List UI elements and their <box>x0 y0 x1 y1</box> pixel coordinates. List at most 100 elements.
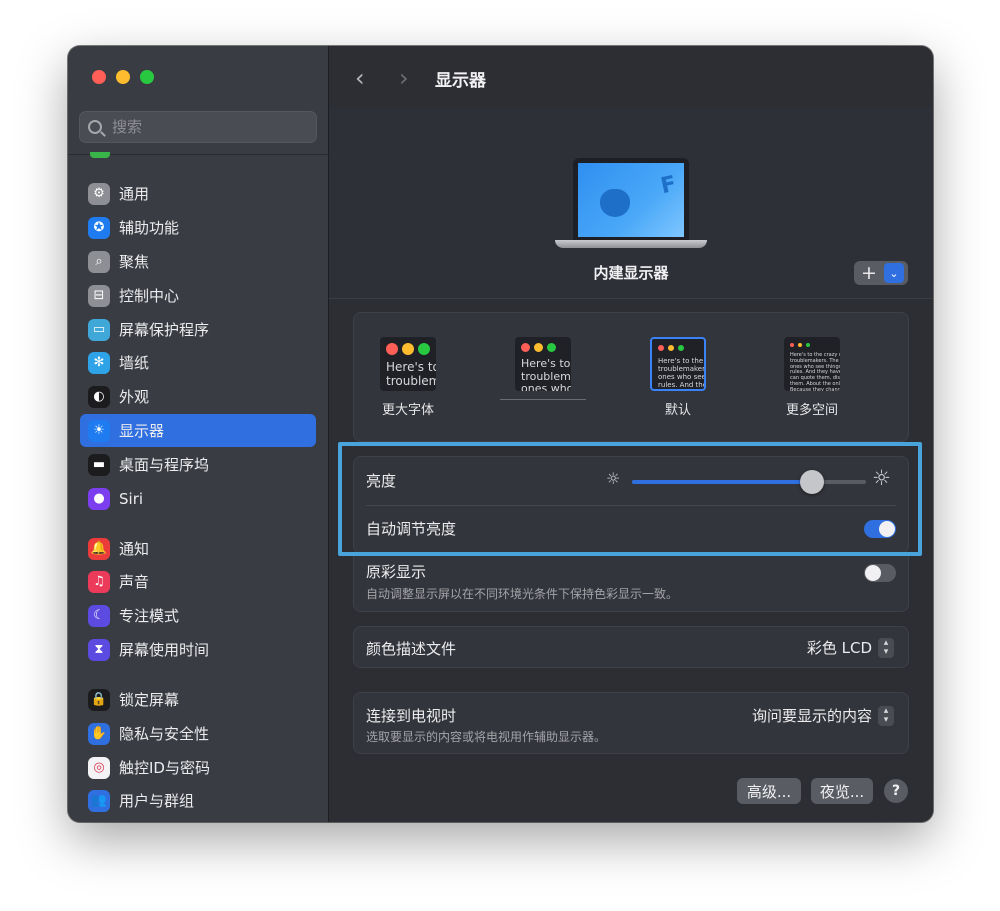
color-profile-select[interactable]: 彩色 LCD ▴ ▾ <box>807 637 894 658</box>
resolution-option-label: 更大字体 <box>381 403 434 418</box>
add-display-button[interactable]: + ⌄ <box>854 261 908 285</box>
sidebar-item[interactable]: ⚙ 通用 <box>80 177 316 210</box>
sidebar-item[interactable]: ✪ 辅助功能 <box>80 211 316 244</box>
close-window-button[interactable] <box>92 70 106 84</box>
resolution-preview: Here's to the crazy onetroublemakers. Th… <box>784 337 840 391</box>
fingerprint-icon: ◎ <box>88 756 110 779</box>
sidebar-item-label: 锁定屏幕 <box>119 691 180 709</box>
page-title: 显示器 <box>435 71 486 91</box>
sidebar-item[interactable]: ✻ 墙纸 <box>80 346 316 379</box>
back-chevron-icon[interactable]: ‹ <box>355 64 365 92</box>
tv-select[interactable]: 询问要显示的内容 ▴ ▾ <box>752 705 894 726</box>
sidebar-item-label: 显示器 <box>119 422 165 440</box>
sidebar-item-label: 聚焦 <box>119 253 150 271</box>
sidebar-item-label: 屏幕使用时间 <box>119 641 210 659</box>
partial-hidden-item-icon <box>90 152 110 158</box>
sidebar-item[interactable]: ☾ 专注模式 <box>80 599 316 632</box>
resolution-option[interactable]: Here's to the c troublemakers. ones who se… <box>631 337 725 418</box>
users-icon: 👥 <box>88 789 110 812</box>
true-tone-label: 原彩显示 <box>366 563 427 581</box>
sidebar-item[interactable]: ⊟ 控制中心 <box>80 279 316 312</box>
resolution-option[interactable]: Here's to troublem 更大字体 <box>361 337 455 418</box>
night-shift-button[interactable]: 夜览... <box>811 778 873 804</box>
sidebar-item-label: 屏幕保护程序 <box>119 321 210 339</box>
sidebar-item-label: Siri <box>119 489 144 508</box>
resolution-option[interactable]: Here's to ttroublemaones who <box>496 337 590 400</box>
advanced-button[interactable]: 高级... <box>737 778 801 804</box>
plus-icon: + <box>861 262 877 284</box>
sidebar-item-label: 隐私与安全性 <box>119 725 210 743</box>
sidebar-item-label: 用户与群组 <box>119 792 195 810</box>
color-profile-row: 颜色描述文件 彩色 LCD ▴ ▾ <box>353 626 909 668</box>
sidebar-item[interactable]: 🔒 锁定屏幕 <box>80 683 316 716</box>
main-pane: ‹ › 显示器 F 内建显示器 + ⌄ Here's to troublem 更大字… <box>329 46 933 822</box>
sidebar-item[interactable]: 🔔 通知 <box>80 532 316 565</box>
tv-connection-row: 连接到电视时 选取要显示的内容或将电视用作辅助显示器。 询问要显示的内容 ▴ ▾ <box>353 692 909 754</box>
minimize-window-button[interactable] <box>116 70 130 84</box>
highlight-box <box>338 442 922 556</box>
sidebar-item[interactable]: ▬ 桌面与程序坞 <box>80 448 316 481</box>
sidebar-item[interactable]: ◐ 外观 <box>80 380 316 413</box>
system-settings-window: ⚙ 通用 ✪ 辅助功能 ⌕ 聚焦 ⊟ 控制中心 ▭ 屏幕保护程序 ✻ 墙纸 ◐ 外观 ☀ 显示器 ▬ 桌面与程序坞… <box>68 46 933 822</box>
moon-icon: ☾ <box>88 604 110 627</box>
sidebar-item-label: 通用 <box>119 185 150 203</box>
dock-icon: ▬ <box>88 453 110 476</box>
resolution-option[interactable]: Here's to the crazy onetroublemakers. Th… <box>765 337 859 418</box>
tv-description: 选取要显示的内容或将电视用作辅助显示器。 <box>366 730 607 744</box>
sidebar-item-label: 通知 <box>119 540 150 558</box>
sidebar-item-label: 墙纸 <box>119 354 150 372</box>
accessibility-icon: ✪ <box>88 216 110 239</box>
help-button[interactable]: ? <box>884 779 908 803</box>
sidebar-item[interactable]: ⌕ 聚焦 <box>80 245 316 278</box>
appearance-icon: ◐ <box>88 385 110 408</box>
search-field[interactable] <box>79 111 317 143</box>
resolution-option-label: 默认 <box>664 403 691 418</box>
sidebar-item[interactable]: ▭ 屏幕保护程序 <box>80 313 316 346</box>
sidebar-item[interactable]: ☀ 显示器 <box>80 414 316 447</box>
gear-icon: ⚙ <box>88 182 110 205</box>
sidebar-item-label: 声音 <box>119 573 150 591</box>
sidebar-item[interactable]: ⧗ 屏幕使用时间 <box>80 633 316 666</box>
resolution-preview: Here's to ttroublemaones who <box>515 337 571 391</box>
sidebar-item[interactable]: 👥 用户与群组 <box>80 784 316 817</box>
sidebar-item[interactable]: ✋ 隐私与安全性 <box>80 717 316 750</box>
color-profile-label: 颜色描述文件 <box>366 640 457 658</box>
toolbar: ‹ › 显示器 <box>329 46 933 108</box>
up-down-chevron-icon: ▴ ▾ <box>878 705 894 726</box>
resolution-option-label: 更多空间 <box>785 403 838 418</box>
zoom-window-button[interactable] <box>140 70 154 84</box>
sidebar-item-label: 触控ID与密码 <box>119 759 210 777</box>
up-down-chevron-icon: ▴ ▾ <box>878 637 894 658</box>
wallpaper-icon: ✻ <box>88 351 110 374</box>
search-icon <box>88 120 102 134</box>
laptop-display-icon[interactable]: F <box>555 158 707 250</box>
spotlight-icon: ⌕ <box>88 250 110 273</box>
sidebar: ⚙ 通用 ✪ 辅助功能 ⌕ 聚焦 ⊟ 控制中心 ▭ 屏幕保护程序 ✻ 墙纸 ◐ 外观 ☀ 显示器 ▬ 桌面与程序坞… <box>68 46 329 822</box>
sidebar-item-label: 外观 <box>119 388 150 406</box>
sidebar-item-label: 桌面与程序坞 <box>119 456 210 474</box>
sidebar-item[interactable]: ● Siri <box>80 482 316 515</box>
hand-icon: ✋ <box>88 722 110 745</box>
sidebar-item[interactable]: ◎ 触控ID与密码 <box>80 751 316 784</box>
lock-icon: 🔒 <box>88 688 110 711</box>
true-tone-toggle[interactable] <box>864 564 896 582</box>
true-tone-group: 原彩显示 自动调整显示屏以在不同环境光条件下保持色彩显示一致。 <box>353 554 909 612</box>
resolution-preview: Here's to troublem <box>380 337 436 391</box>
display-name: 内建显示器 <box>593 264 669 282</box>
color-profile-value: 彩色 LCD <box>806 639 872 657</box>
speaker-icon: ♫ <box>88 570 110 593</box>
sidebar-item[interactable]: ♫ 声音 <box>80 565 316 598</box>
tv-value: 询问要显示的内容 <box>751 707 872 725</box>
true-tone-description: 自动调整显示屏以在不同环境光条件下保持色彩显示一致。 <box>366 587 679 601</box>
chevron-down-icon[interactable]: ⌄ <box>884 263 904 283</box>
display-brightness-icon: ☀ <box>88 419 110 442</box>
screensaver-icon: ▭ <box>88 318 110 341</box>
search-input[interactable] <box>112 118 292 136</box>
resolution-options: Here's totroublem 更大字体 Here's to ttroublem… <box>353 312 909 442</box>
resolution-preview: Here's to the c troublemakers. ones who se… <box>650 337 706 391</box>
forward-chevron-icon[interactable]: › <box>399 64 409 92</box>
sidebar-item-label: 专注模式 <box>119 607 180 625</box>
sidebar-item-label: 控制中心 <box>119 287 180 305</box>
hourglass-icon: ⧗ <box>88 638 110 661</box>
notification-bell-icon: 🔔 <box>88 537 110 560</box>
